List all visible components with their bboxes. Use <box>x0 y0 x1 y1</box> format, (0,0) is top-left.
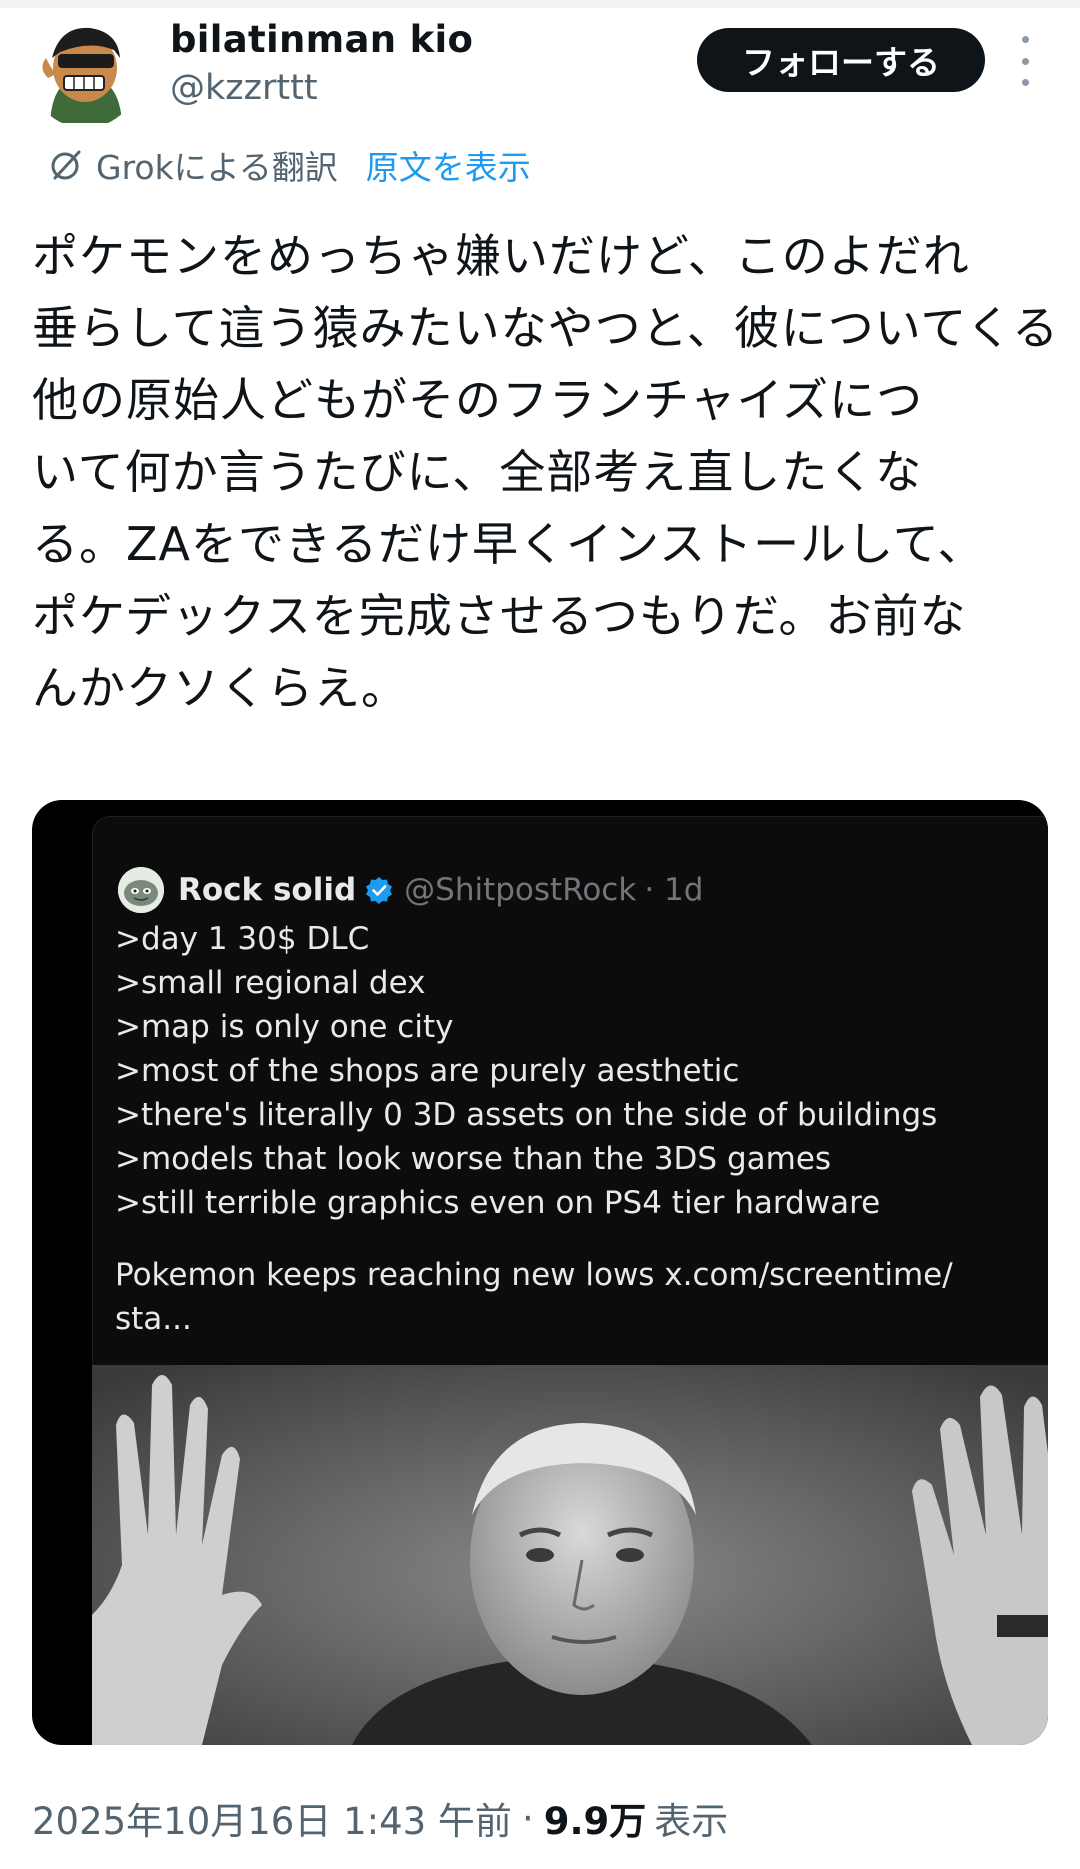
quoted-text-line: >still terrible graphics even on PS4 tie… <box>115 1185 881 1221</box>
quoted-text-line: >small regional dex <box>115 965 426 1001</box>
quoted-post-time: · 1d <box>644 872 704 908</box>
quoted-text-line: >there's literally 0 3D assets on the si… <box>115 1097 938 1133</box>
more-options-icon[interactable] <box>1010 36 1040 86</box>
tweet-text-line: る。ZAをできるだけ早くインストールして、 <box>32 517 985 571</box>
tweet-text-line: 他の原始人どもがそのフランチャイズにつ <box>32 373 924 427</box>
rock-avatar-icon <box>118 867 164 913</box>
avatar-illustration-icon <box>30 18 140 128</box>
quoted-text-line: >day 1 30$ DLC <box>115 921 370 957</box>
author-handle[interactable]: @kzzrttt <box>170 68 318 108</box>
media-attachment[interactable]: Rock solid @ShitpostRock · 1d >day 1 30$… <box>32 800 1048 1745</box>
quoted-post: Rock solid @ShitpostRock · 1d >day 1 30$… <box>92 816 1048 1378</box>
tweet-text: ポケモンをめっちゃ嫌いだけど、このよだれ 垂らして這う猿みたいなやつと、彼につい… <box>32 220 1060 724</box>
tweet-text-line: 垂らして這う猿みたいなやつと、彼についてくる <box>32 301 1060 355</box>
tweet-timestamp[interactable]: 2025年10月16日 1:43 午前 <box>32 1791 512 1845</box>
quoted-author-avatar <box>118 867 164 913</box>
verified-badge-icon <box>366 877 393 904</box>
quoted-text-line: sta... <box>115 1301 192 1337</box>
quoted-post-header: Rock solid @ShitpostRock · 1d <box>118 865 703 915</box>
quoted-post-photo <box>92 1365 1048 1745</box>
quoted-text-line: >models that look worse than the 3DS gam… <box>115 1141 832 1177</box>
meta-separator: · <box>521 1796 534 1840</box>
tweet-text-line: いて何か言うたびに、全部考え直したくな <box>32 445 923 499</box>
quoted-author-name: Rock solid <box>178 872 357 908</box>
man-raising-hands-photo <box>92 1365 1048 1745</box>
quoted-author-handle: @ShitpostRock <box>404 872 637 908</box>
follow-button[interactable]: フォローする <box>697 28 985 92</box>
quoted-text-line: >most of the shops are purely aesthetic <box>115 1053 740 1089</box>
quoted-post-text: >day 1 30$ DLC >small regional dex >map … <box>115 917 1045 1341</box>
tweet-text-line: ポケデックスを完成させるつもりだ。お前な <box>32 589 967 643</box>
grok-icon <box>51 150 81 180</box>
author-display-name[interactable]: bilatinman kio <box>170 18 473 61</box>
tweet-meta: 2025年10月16日 1:43 午前 · 9.9万 表示 <box>32 1788 728 1848</box>
translation-row: Grokによる翻訳 原文を表示 <box>46 140 531 190</box>
translation-label: Grokによる翻訳 <box>96 148 338 187</box>
author-avatar[interactable] <box>30 18 140 128</box>
quoted-text-spacer <box>115 1225 1045 1253</box>
tweet-text-line: ポケモンをめっちゃ嫌いだけど、このよだれ <box>32 229 970 283</box>
quoted-text-line: Pokemon keeps reaching new lows x.com/sc… <box>115 1257 953 1293</box>
top-divider <box>0 0 1080 8</box>
view-label: 表示 <box>654 1800 729 1843</box>
quoted-text-line: >map is only one city <box>115 1009 454 1045</box>
view-count: 9.9万 <box>543 1800 647 1843</box>
tweet-text-line: んかクソくらえ。 <box>32 661 408 715</box>
show-original-link[interactable]: 原文を表示 <box>366 141 531 189</box>
